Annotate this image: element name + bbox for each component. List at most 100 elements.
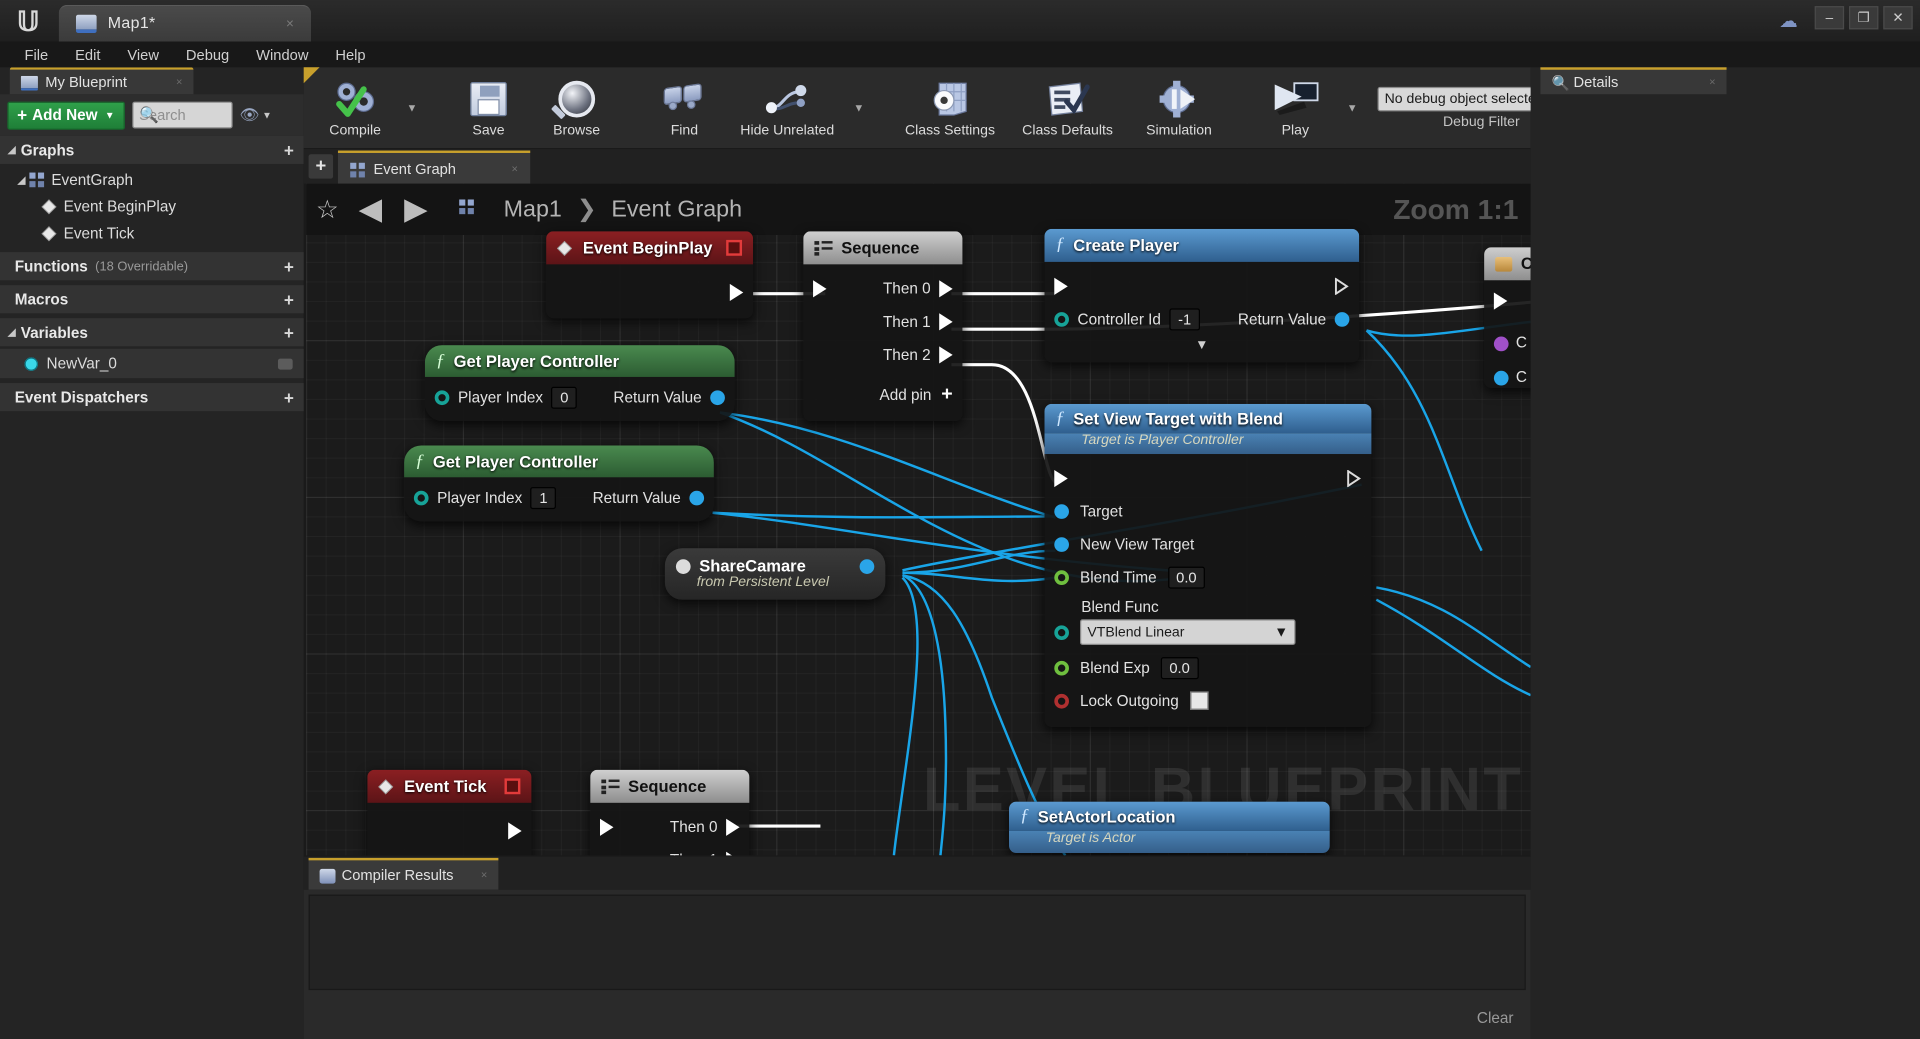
object-input-pin[interactable] xyxy=(1493,370,1509,386)
hide-unrelated-button[interactable]: Hide Unrelated xyxy=(728,67,846,148)
float-input-pin[interactable] xyxy=(1054,569,1069,585)
window-tab-close-icon[interactable]: × xyxy=(286,17,294,32)
bool-input-pin[interactable] xyxy=(1054,693,1069,708)
section-graphs[interactable]: ◢ Graphs + xyxy=(0,135,304,164)
int-input-pin[interactable] xyxy=(413,490,429,505)
play-dropdown-caret-icon[interactable]: ▼ xyxy=(1339,102,1365,114)
exec-output-pin[interactable] xyxy=(729,283,744,302)
add-function-button[interactable]: + xyxy=(284,256,294,276)
exec-input-pin[interactable] xyxy=(1054,469,1068,487)
visibility-toggle-button[interactable]: 👁 ▼ xyxy=(240,105,272,125)
tab-my-blueprint[interactable]: My Blueprint × xyxy=(9,67,194,95)
node-sharecamare[interactable]: ShareCamare from Persistent Level xyxy=(664,548,886,600)
expand-triangle-icon[interactable]: ◢ xyxy=(7,143,15,156)
expand-triangle-icon[interactable]: ◢ xyxy=(17,173,25,186)
minimize-button[interactable]: – xyxy=(1814,6,1845,30)
blend-time-input[interactable]: 0.0 xyxy=(1167,566,1206,589)
new-view-target-input-pin[interactable] xyxy=(1054,536,1069,552)
node-sequence-2[interactable]: Sequence Then 0 Then 1 xyxy=(590,769,750,856)
node-set-view-target-with-blend[interactable]: ƒ Set View Target with Blend Target is P… xyxy=(1044,403,1372,727)
exec-output-pin-then1[interactable] xyxy=(939,312,953,330)
compiler-results-list[interactable] xyxy=(308,894,1526,991)
exec-output-pin[interactable] xyxy=(1347,469,1362,487)
menu-window[interactable]: Window xyxy=(244,43,321,65)
compile-dropdown-caret-icon[interactable]: ▼ xyxy=(399,102,425,114)
browse-button[interactable]: Browse xyxy=(533,67,621,148)
menu-file[interactable]: File xyxy=(12,43,60,65)
menu-view[interactable]: View xyxy=(115,43,171,65)
menu-debug[interactable]: Debug xyxy=(174,43,242,65)
add-graph-button[interactable]: + xyxy=(284,140,294,160)
forward-arrow-icon[interactable]: ▶ xyxy=(404,191,428,228)
enum-input-pin[interactable] xyxy=(1054,624,1069,640)
event-breakpoint-icon[interactable] xyxy=(504,778,521,795)
breadcrumb-root[interactable]: Map1 xyxy=(504,196,562,222)
exec-input-pin[interactable] xyxy=(813,279,827,297)
tab-compiler-results-close-icon[interactable]: × xyxy=(481,869,487,881)
node-right-clipped[interactable]: C C C xyxy=(1484,247,1531,388)
node-event-beginplay[interactable]: Event BeginPlay xyxy=(546,231,754,319)
add-macro-button[interactable]: + xyxy=(284,289,294,309)
simulation-button[interactable]: Simulation xyxy=(1126,67,1231,148)
add-tab-button[interactable]: + xyxy=(308,154,334,179)
maximize-button[interactable]: ❐ xyxy=(1848,6,1879,30)
exec-output-pin[interactable] xyxy=(508,822,522,840)
exec-output-pin[interactable] xyxy=(1334,277,1350,295)
node-get-player-controller-1[interactable]: ƒ Get Player Controller Player Index 1 R… xyxy=(404,445,714,522)
hide-unrelated-dropdown-caret-icon[interactable]: ▼ xyxy=(846,102,872,114)
object-output-pin[interactable] xyxy=(1334,311,1350,327)
exec-output-pin-then2[interactable] xyxy=(939,345,953,363)
node-event-tick[interactable]: Event Tick Delta Seconds xyxy=(367,769,532,856)
player-index-input[interactable]: 1 xyxy=(530,486,557,509)
float-input-pin[interactable] xyxy=(1054,660,1069,675)
section-variables[interactable]: ◢ Variables + xyxy=(0,318,304,347)
tree-item-eventgraph[interactable]: ◢ EventGraph xyxy=(0,166,304,193)
target-input-pin[interactable] xyxy=(1054,503,1069,519)
tab-details-close-icon[interactable]: × xyxy=(1709,76,1715,88)
int-input-pin[interactable] xyxy=(1054,311,1069,327)
exec-output-pin-then0[interactable] xyxy=(939,279,953,297)
breadcrumb-leaf[interactable]: Event Graph xyxy=(611,196,742,222)
tree-item-newvar0[interactable]: NewVar_0 xyxy=(0,348,304,379)
player-index-input[interactable]: 0 xyxy=(551,386,577,409)
exec-output-pin-then1[interactable] xyxy=(726,851,740,856)
class-settings-button[interactable]: Class Settings xyxy=(891,67,1009,148)
tab-event-graph-close-icon[interactable]: × xyxy=(512,163,518,175)
close-button[interactable]: ✕ xyxy=(1883,6,1913,30)
section-macros[interactable]: Macros + xyxy=(0,285,304,314)
tab-event-graph[interactable]: Event Graph × xyxy=(337,150,531,184)
add-event-dispatcher-button[interactable]: + xyxy=(284,387,294,407)
exec-input-pin[interactable] xyxy=(1054,277,1068,295)
blend-exp-input[interactable]: 0.0 xyxy=(1160,656,1199,679)
event-graph-canvas[interactable]: LEVEL BLUEPRINT ☆ ◀ ▶ Map1 ❯ Event Graph… xyxy=(306,183,1531,856)
node-create-player[interactable]: ƒ Create Player Controller Id -1 Return … xyxy=(1044,228,1360,363)
cloud-icon[interactable]: ☁ xyxy=(1779,10,1797,32)
variable-visibility-icon[interactable] xyxy=(277,357,293,369)
expand-triangle-icon[interactable]: ◢ xyxy=(7,326,15,339)
node-sequence-1[interactable]: Sequence Then 0 Then 1 Then 2 Add pin + xyxy=(803,231,963,421)
bookmark-star-icon[interactable]: ☆ xyxy=(316,194,339,225)
menu-help[interactable]: Help xyxy=(323,43,378,65)
save-button[interactable]: Save xyxy=(444,67,532,148)
exec-output-pin-then0[interactable] xyxy=(726,818,740,836)
object-output-pin[interactable] xyxy=(689,490,705,505)
section-functions[interactable]: Functions (18 Overridable) + xyxy=(0,252,304,281)
object-output-pin[interactable] xyxy=(710,389,725,405)
find-button[interactable]: Find xyxy=(640,67,728,148)
node-get-player-controller-0[interactable]: ƒ Get Player Controller Player Index 0 R… xyxy=(424,345,735,421)
int-input-pin[interactable] xyxy=(434,389,450,405)
tab-compiler-results[interactable]: Compiler Results × xyxy=(308,857,499,890)
tree-item-event-beginplay[interactable]: Event BeginPlay xyxy=(0,193,304,220)
search-input[interactable]: Search 🔍 xyxy=(131,101,233,129)
tree-item-event-tick[interactable]: Event Tick xyxy=(0,220,304,247)
add-new-button[interactable]: + Add New ▼ xyxy=(7,100,125,130)
blend-func-select[interactable]: VTBlend Linear ▼ xyxy=(1080,619,1296,645)
add-pin-row[interactable]: Add pin + xyxy=(803,378,962,411)
section-event-dispatchers[interactable]: Event Dispatchers + xyxy=(0,383,304,412)
exec-input-pin[interactable] xyxy=(600,818,614,836)
tab-my-blueprint-close-icon[interactable]: × xyxy=(176,76,182,88)
event-breakpoint-icon[interactable] xyxy=(726,239,743,256)
clear-button[interactable]: Clear xyxy=(1477,1010,1514,1027)
exec-input-pin[interactable] xyxy=(1493,292,1508,310)
controller-id-input[interactable]: -1 xyxy=(1169,307,1200,330)
